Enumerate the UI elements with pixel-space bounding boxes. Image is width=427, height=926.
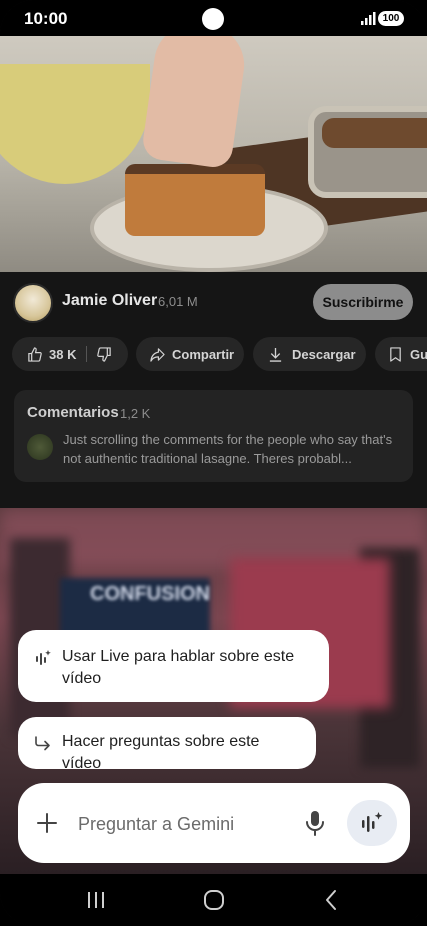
channel-row: Jamie Oliver 6,01 M Suscribirme	[0, 272, 427, 332]
gemini-live-button[interactable]	[347, 800, 397, 846]
suggestion-ask-chip[interactable]: Hacer preguntas sobre este vídeo	[18, 717, 316, 772]
thumb-down-icon[interactable]	[97, 346, 112, 362]
bookmark-icon	[390, 346, 401, 362]
save-label: Gu	[410, 346, 427, 362]
gemini-input-bar	[18, 783, 410, 863]
like-count: 38 K	[49, 346, 77, 362]
status-time: 10:00	[24, 9, 68, 28]
plus-icon[interactable]	[34, 810, 60, 836]
comments-title: Comentarios	[27, 404, 119, 421]
signal-icon	[361, 12, 376, 25]
share-button[interactable]: Compartir	[136, 337, 244, 371]
like-dislike-chip[interactable]: 38 K	[12, 337, 128, 371]
subscriber-count: 6,01 M	[158, 294, 198, 309]
back-icon[interactable]	[318, 888, 346, 912]
gemini-live-icon	[362, 812, 383, 832]
action-bar: 38 K Compartir Descargar Gu	[0, 332, 427, 380]
comments-card[interactable]: Comentarios 1,2 K Just scrolling the com…	[14, 390, 413, 482]
subscribe-button[interactable]: Suscribirme	[313, 284, 413, 320]
save-button[interactable]: Gu	[375, 337, 427, 371]
video-lasagne	[125, 164, 265, 236]
system-nav-bar	[0, 874, 427, 926]
battery-icon: 100	[378, 11, 404, 26]
status-bar: 10:00 100	[0, 0, 427, 36]
download-icon	[269, 347, 282, 362]
home-icon[interactable]	[200, 888, 228, 912]
thumb-up-icon[interactable]	[27, 346, 42, 362]
channel-name[interactable]: Jamie Oliver	[62, 292, 157, 310]
share-arrow-icon	[150, 347, 165, 362]
front-camera	[202, 8, 224, 30]
download-button[interactable]: Descargar	[253, 337, 366, 371]
gemini-prompt-input[interactable]	[76, 808, 300, 840]
share-label: Compartir	[172, 346, 235, 362]
gemini-live-icon	[36, 650, 51, 665]
download-label: Descargar	[292, 346, 356, 362]
commenter-avatar	[27, 434, 53, 460]
video-dish	[308, 106, 427, 198]
suggestion-live-chip[interactable]: Usar Live para hablar sobre este vídeo	[18, 630, 329, 702]
suggestion-live-label: Usar Live para hablar sobre este vídeo	[62, 648, 295, 687]
phone-screen: 10:00 100 Jamie Oliver 6,01 M Suscribirm…	[0, 0, 427, 926]
like-separator	[86, 346, 88, 362]
recents-icon[interactable]	[82, 888, 110, 912]
comment-preview: Just scrolling the comments for the peop…	[63, 432, 393, 466]
next-video-blurred-text: CONFUSION	[90, 583, 210, 605]
reply-arrow-icon	[35, 736, 50, 751]
channel-avatar[interactable]	[13, 283, 53, 323]
microphone-icon[interactable]	[302, 809, 328, 837]
suggestion-ask-label: Hacer preguntas sobre este vídeo	[62, 733, 260, 772]
video-player[interactable]	[0, 34, 427, 272]
comments-count: 1,2 K	[120, 406, 151, 421]
comments-section: Comentarios 1,2 K Just scrolling the com…	[0, 380, 427, 508]
